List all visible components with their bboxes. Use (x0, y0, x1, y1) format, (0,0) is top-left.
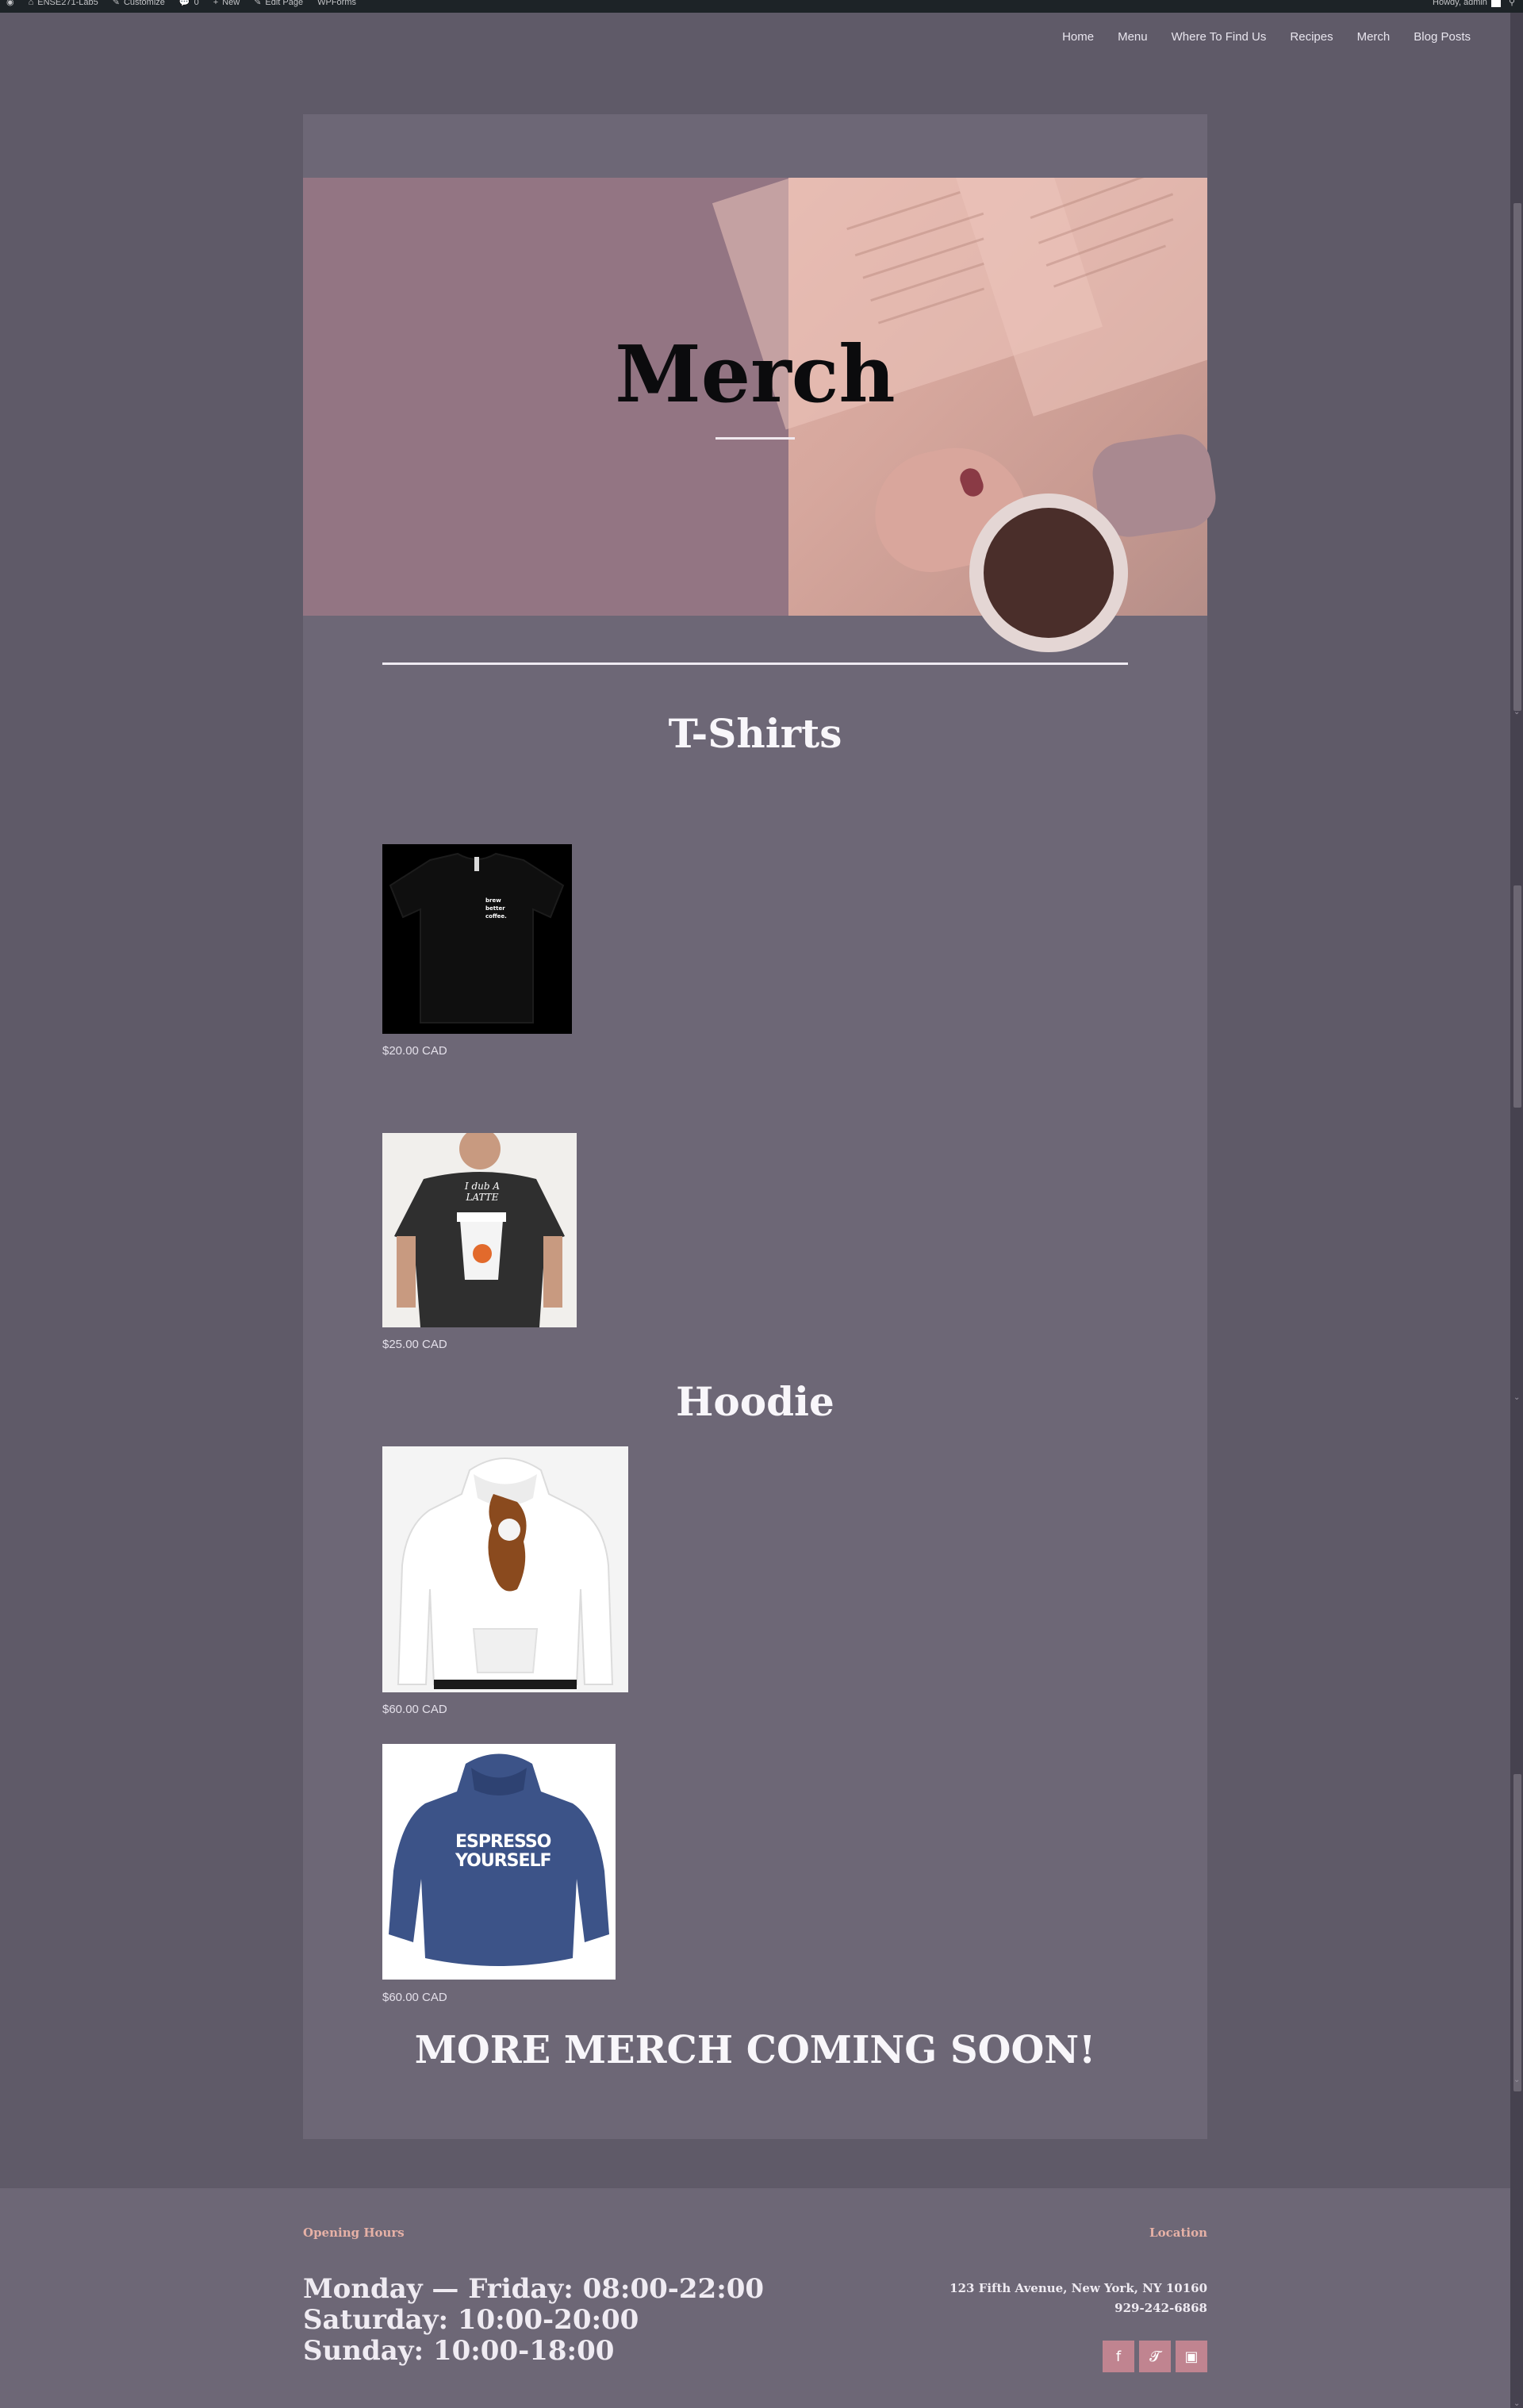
scrollbar-thumb[interactable] (1513, 885, 1521, 1108)
hoodie-icon (397, 1457, 614, 1689)
admin-search-icon[interactable]: ⚲ (1509, 0, 1515, 8)
opening-hours-heading: Opening Hours (303, 2226, 405, 2240)
admin-site-link[interactable]: ⌂ ENSE271-Lab5 (29, 0, 98, 8)
address-text: 123 Fifth Avenue, New York, NY 10160 (949, 2281, 1207, 2295)
nav-item-where-to-find-us[interactable]: Where To Find Us (1172, 30, 1267, 44)
nav-item-merch[interactable]: Merch (1357, 30, 1391, 44)
coffee-image (984, 508, 1114, 638)
hours-saturday: Saturday: 10:00-20:00 (303, 2304, 639, 2336)
twitter-icon[interactable]: 𝓣 (1139, 2341, 1171, 2372)
shirt-graphic-text: brew better coffee. (485, 897, 507, 920)
nav-item-recipes[interactable]: Recipes (1290, 30, 1333, 44)
tshirt-icon (389, 852, 565, 1023)
social-links: f 𝓣 ▣ (1103, 2341, 1207, 2372)
instagram-icon[interactable]: ▣ (1176, 2341, 1207, 2372)
facebook-icon[interactable]: f (1103, 2341, 1134, 2372)
wordpress-logo-icon[interactable]: ◉ (6, 0, 14, 8)
product-price: $20.00 CAD (382, 1044, 447, 1058)
chevron-down-icon[interactable]: ⌄ (1513, 1393, 1520, 1402)
coming-soon-heading: MORE MERCH COMING SOON! (414, 2028, 1096, 2072)
hours-sunday: Sunday: 10:00-18:00 (303, 2335, 615, 2367)
admin-edit-page-link[interactable]: ✎ Edit Page (254, 0, 303, 8)
product-image-i-dub-a-latte-tshirt[interactable]: I dub A LATTE (382, 1133, 577, 1327)
nav-item-blog-posts[interactable]: Blog Posts (1414, 30, 1471, 44)
admin-bar: ◉ ⌂ ENSE271-Lab5 ✎ Customize 💬 0 + New ✎ Edit… (0, 0, 1523, 13)
nav-item-menu[interactable]: Menu (1118, 30, 1148, 44)
section-title-tshirts: T-Shirts (668, 710, 842, 757)
hours-weekdays: Monday — Friday: 08:00-22:00 (303, 2273, 765, 2305)
product-price: $60.00 CAD (382, 1991, 447, 2004)
admin-customize-link[interactable]: ✎ Customize (113, 0, 165, 8)
main-navigation: Home Menu Where To Find Us Recipes Merch… (1062, 30, 1471, 44)
nav-item-home[interactable]: Home (1062, 30, 1094, 44)
chevron-down-icon[interactable]: ⌄ (1513, 2076, 1520, 2084)
shirt-graphic-text: I dub A LATTE (464, 1181, 501, 1203)
page-scrollbar[interactable]: ⌄ ⌄ ⌄ ⌄ (1510, 13, 1523, 2408)
product-image-espresso-yourself-hoodie[interactable]: ESPRESSO YOURSELF (382, 1744, 616, 1980)
tshirt-model-icon (382, 1133, 577, 1327)
comment-icon: 💬 (178, 0, 190, 7)
section-divider (382, 662, 1128, 665)
opening-hours-list: Monday — Friday: 08:00-22:00 Saturday: 1… (303, 2274, 764, 2367)
plus-icon: + (213, 0, 219, 7)
avatar (1490, 0, 1501, 7)
location-heading: Location (1149, 2226, 1207, 2240)
home-icon: ⌂ (28, 0, 34, 7)
product-price: $25.00 CAD (382, 1338, 447, 1351)
product-image-white-hoodie[interactable] (382, 1446, 628, 1692)
chevron-down-icon[interactable]: ⌄ (1513, 2399, 1520, 2408)
pencil-icon: ✎ (112, 0, 120, 7)
phone-text: 929-242-6868 (1114, 2301, 1207, 2315)
hoodie-graphic-text: ESPRESSO YOURSELF (455, 1832, 552, 1871)
product-price: $60.00 CAD (382, 1703, 447, 1716)
pencil-icon: ✎ (254, 0, 262, 7)
scrollbar-thumb[interactable] (1513, 1774, 1521, 2091)
admin-comments-link[interactable]: 💬 0 (179, 0, 199, 8)
scrollbar-thumb[interactable] (1513, 203, 1521, 711)
page-title: Merch (615, 329, 896, 421)
location-details: 123 Fifth Avenue, New York, NY 10160 929… (949, 2279, 1207, 2318)
product-image-brew-better-coffee-tshirt[interactable]: brew better coffee. (382, 844, 572, 1034)
admin-new-link[interactable]: + New (213, 0, 240, 8)
title-underline (715, 437, 795, 440)
section-title-hoodie: Hoodie (676, 1378, 834, 1425)
admin-account-menu[interactable]: Howdy, admin (1433, 0, 1501, 8)
chevron-down-icon[interactable]: ⌄ (1513, 708, 1520, 716)
admin-wpforms-link[interactable]: WPForms (317, 0, 356, 8)
